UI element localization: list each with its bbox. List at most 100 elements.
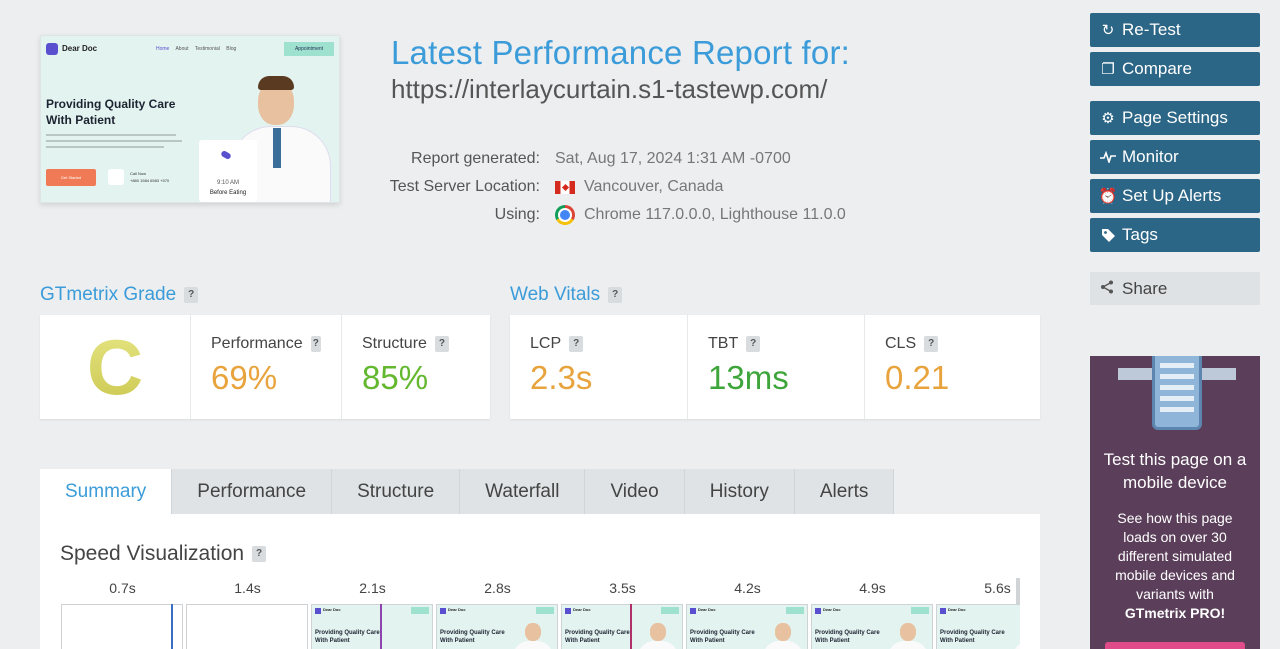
frame-doctor-head	[650, 623, 666, 641]
frame-appointment	[536, 607, 554, 614]
tab-performance[interactable]: Performance	[172, 469, 333, 514]
help-icon[interactable]: ?	[746, 336, 761, 352]
frame-time-label: 4.2s	[734, 580, 761, 596]
help-icon[interactable]: ?	[608, 287, 623, 303]
web-vitals-panel: LCP? 2.3s TBT? 13ms CLS? 0.21	[510, 315, 1040, 419]
tbt-label-text: TBT	[708, 335, 739, 352]
frame-doctor-body	[638, 641, 678, 649]
tags-button[interactable]: Tags	[1090, 218, 1260, 252]
grade-letter: C	[40, 315, 190, 419]
report-url[interactable]: https://interlaycurtain.s1-tastewp.com/	[391, 74, 827, 105]
frame-title: Providing Quality Care With Patient	[815, 630, 880, 644]
using-label: Using:	[494, 206, 540, 223]
gtmetrix-grade-title: GTmetrix Grade	[40, 284, 177, 305]
screenshot-phone-icon	[108, 169, 124, 185]
help-icon[interactable]: ?	[310, 336, 321, 352]
frame-doctor-body	[763, 641, 803, 649]
filmstrip-frame[interactable]: Dear Doc Providing Quality Care With Pati…	[811, 604, 933, 649]
monitor-button[interactable]: Monitor	[1090, 140, 1260, 174]
frame-time-label: 0.7s	[109, 580, 136, 596]
report-generated-label: Report generated:	[411, 150, 540, 167]
frame-title: Providing Quality Care With Patient	[565, 630, 630, 644]
promo-cta-button[interactable]	[1105, 642, 1245, 649]
test-server-text: Vancouver, Canada	[584, 178, 724, 195]
frame-logo-icon	[940, 608, 946, 614]
timing-marker	[630, 604, 632, 649]
tab-waterfall[interactable]: Waterfall	[460, 469, 586, 514]
refresh-icon: ↻	[1101, 22, 1115, 39]
help-icon[interactable]: ?	[434, 336, 449, 352]
using-value: Chrome 117.0.0.0, Lighthouse 11.0.0	[555, 201, 846, 229]
screenshot-phone: Call Now +880 1584 6583 +570	[130, 170, 169, 184]
screenshot-phone-number: +880 1584 6583 +570	[130, 178, 170, 183]
promo-body-text: See how this page loads on over 30 diffe…	[1115, 510, 1235, 602]
tab-alerts[interactable]: Alerts	[794, 469, 895, 514]
set-up-alerts-button[interactable]: ⏰ Set Up Alerts	[1090, 179, 1260, 213]
frame-title: Providing Quality Care With Patient	[440, 630, 505, 644]
lcp-metric: LCP? 2.3s	[510, 315, 687, 419]
frame-time-label: 5.6s	[984, 580, 1011, 596]
tab-history[interactable]: History	[684, 469, 795, 514]
compare-button[interactable]: ❐ Compare	[1090, 52, 1260, 86]
speed-filmstrip[interactable]: 0.7s 1.4s 2.1s Dear Doc Providing Quality Ca…	[60, 578, 1020, 649]
help-icon[interactable]: ?	[184, 287, 199, 303]
report-generated-text: Sat, Aug 17, 2024 1:31 AM -0700	[555, 150, 791, 167]
chrome-icon	[555, 205, 575, 225]
frame-time-label: 2.1s	[359, 580, 386, 596]
frame-doctor-body	[1013, 641, 1020, 649]
frame-time-label: 4.9s	[859, 580, 886, 596]
screenshot-doctor-hair	[258, 76, 294, 90]
frame-title: Providing Quality Care With Patient	[690, 630, 755, 644]
screenshot-reminder-card: 9:10 AM Before Eating	[199, 140, 257, 202]
screenshot-logo-icon	[46, 43, 58, 55]
screenshot-cta-button: Get Started	[46, 169, 96, 186]
page-settings-button[interactable]: ⚙ Page Settings	[1090, 101, 1260, 135]
alarm-clock-icon: ⏰	[1098, 188, 1118, 205]
speed-visualization-heading: Speed Visualization ?	[60, 542, 267, 566]
pill-icon	[220, 149, 232, 161]
using-text: Chrome 117.0.0.0, Lighthouse 11.0.0	[584, 206, 846, 223]
share-button[interactable]: Share	[1090, 272, 1260, 305]
frame-logo-icon	[690, 608, 696, 614]
screenshot-doctor-tie	[273, 128, 281, 168]
mobile-test-promo[interactable]: Test this page on a mobile device See ho…	[1090, 356, 1260, 649]
screenshot-nav-link: Testimonial	[194, 46, 220, 52]
filmstrip-frame[interactable]	[186, 604, 308, 649]
frame-appointment	[661, 607, 679, 614]
tbt-value: 13ms	[708, 359, 789, 396]
monitor-label: Monitor	[1122, 147, 1179, 166]
set-up-alerts-label: Set Up Alerts	[1122, 186, 1222, 205]
timing-marker	[380, 604, 382, 649]
screenshot-card-label: Before Eating	[209, 190, 247, 196]
filmstrip-frame[interactable]: Dear Doc Providing Quality Care With Pati…	[686, 604, 808, 649]
promo-brand: GTmetrix PRO!	[1124, 605, 1226, 621]
frame-time-label: 3.5s	[609, 580, 636, 596]
screenshot-appointment-button: Appointment	[284, 42, 334, 56]
filmstrip-frame[interactable]: Dear Doc Providing Quality Care With Pati…	[436, 604, 558, 649]
lcp-label: LCP?	[530, 335, 667, 353]
tab-video[interactable]: Video	[585, 469, 685, 514]
performance-label: Performance?	[211, 335, 321, 353]
tab-structure[interactable]: Structure	[332, 469, 461, 514]
cls-label: CLS?	[885, 335, 1020, 353]
lcp-label-text: LCP	[530, 335, 562, 352]
mobile-phone-icon	[1152, 356, 1202, 430]
filmstrip-frame[interactable]	[61, 604, 183, 649]
test-server-label: Test Server Location:	[389, 178, 540, 195]
help-icon[interactable]: ?	[569, 336, 584, 352]
promo-body: See how this page loads on over 30 diffe…	[1090, 509, 1260, 623]
retest-button[interactable]: ↻ Re-Test	[1090, 13, 1260, 47]
screenshot-nav-link: Home	[156, 46, 170, 52]
filmstrip-frame[interactable]: Dear Doc Providing Quality Care With Pati…	[936, 604, 1020, 649]
report-meta-values: Sat, Aug 17, 2024 1:31 AM -0700 Vancouve…	[555, 145, 846, 229]
filmstrip-frame[interactable]: Dear Doc Providing Quality Care With Pati…	[311, 604, 433, 649]
help-icon[interactable]: ?	[924, 336, 939, 352]
structure-label: Structure?	[362, 335, 470, 353]
frame-brand: Dear Doc	[448, 607, 466, 612]
help-icon[interactable]: ?	[252, 546, 267, 562]
structure-label-text: Structure	[362, 335, 427, 352]
screenshot-card-time: 9:10 AM	[216, 180, 239, 186]
performance-score: Performance? 69%	[190, 315, 341, 419]
filmstrip-frame[interactable]: Dear Doc Providing Quality Care With Pati…	[561, 604, 683, 649]
tab-summary[interactable]: Summary	[40, 469, 173, 514]
